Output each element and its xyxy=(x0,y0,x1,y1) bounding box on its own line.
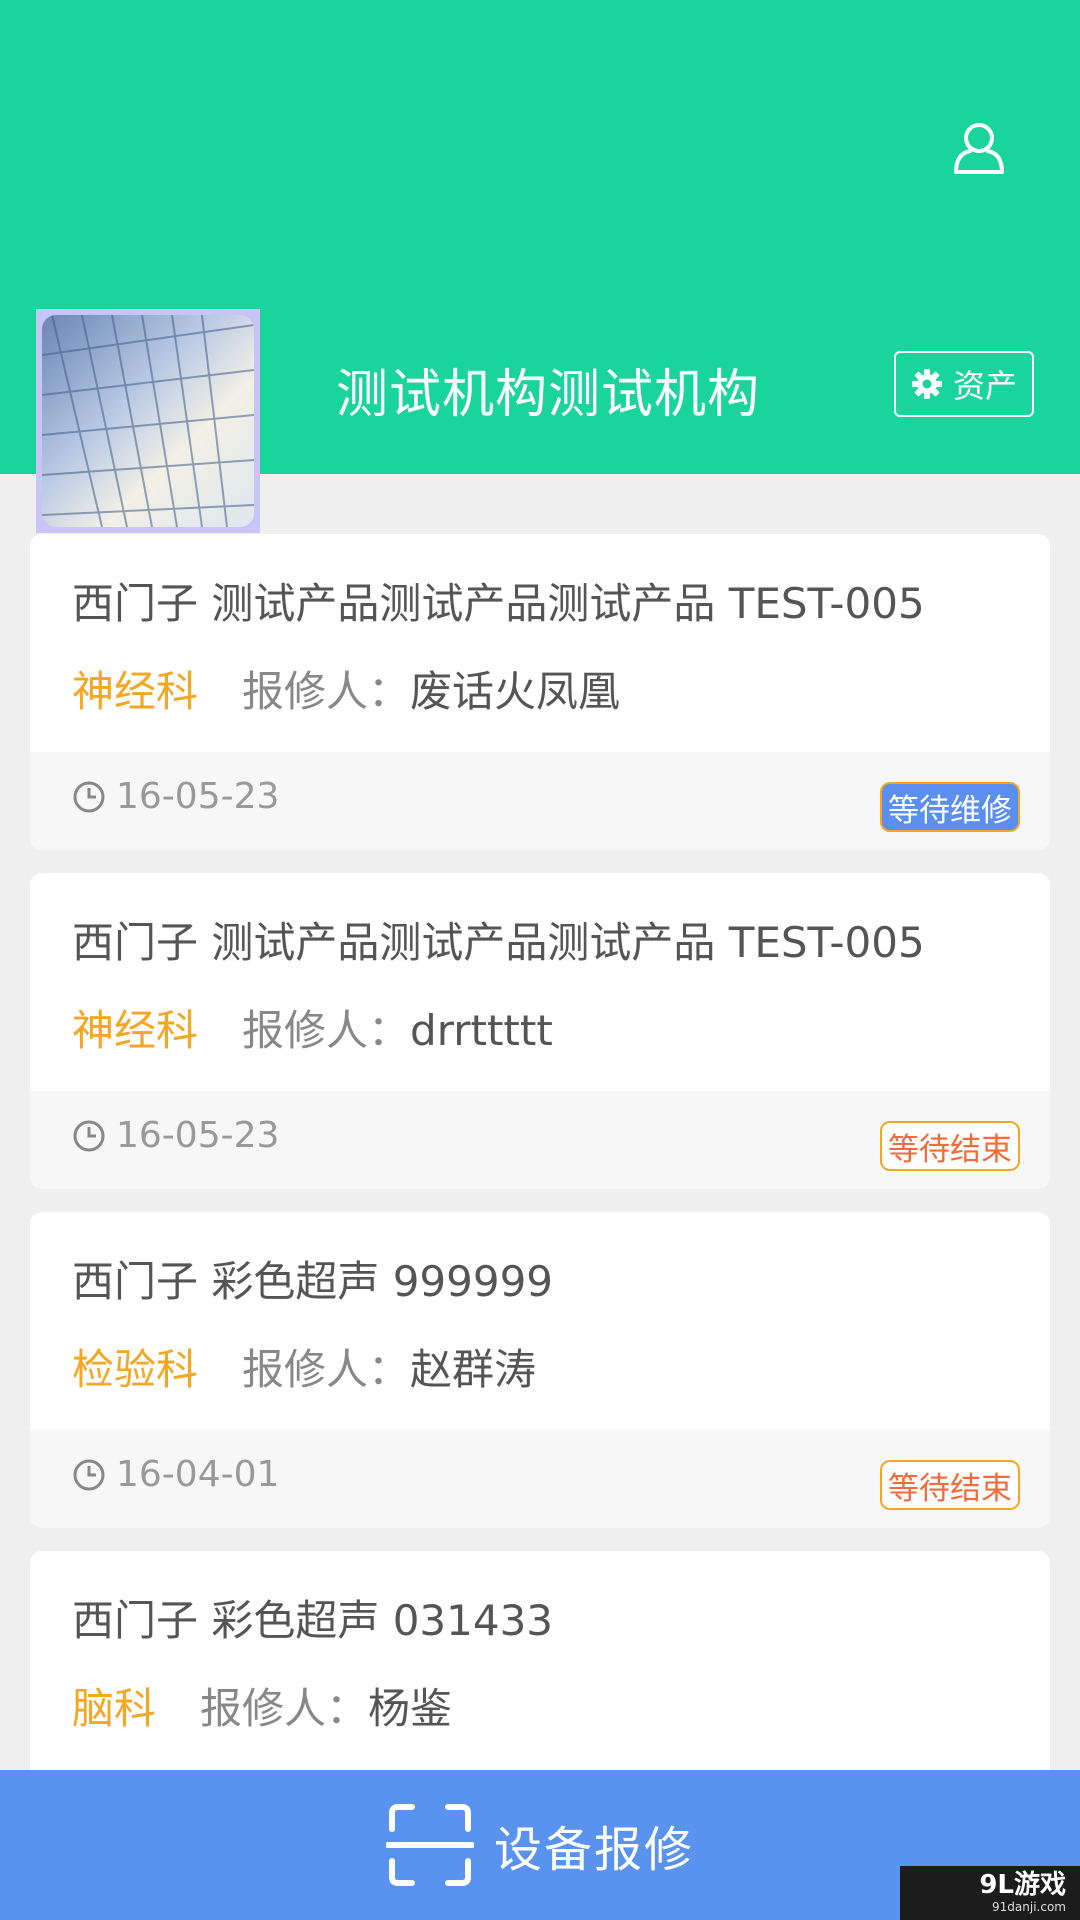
watermark-sub: 91danji.com xyxy=(992,1900,1066,1914)
status-badge: 等待结束 xyxy=(880,1121,1020,1171)
reporter-label: 报修人： xyxy=(200,1684,369,1733)
status-badge: 等待维修 xyxy=(880,782,1020,832)
device-repair-label: 设备报修 xyxy=(493,1822,694,1878)
org-avatar xyxy=(36,309,260,533)
card-footer: 16-04-01 等待结束 xyxy=(30,1430,1050,1528)
reporter-label: 报修人： xyxy=(242,1345,411,1394)
user-icon xyxy=(954,123,1004,174)
clock-icon xyxy=(73,1120,105,1151)
repair-card[interactable]: 西门子 彩色超声 999999 检验科 报修人：赵群涛 16-04-01 等待结… xyxy=(30,1212,1050,1528)
reporter-label: 报修人： xyxy=(242,667,411,716)
report-date: 16-05-23 xyxy=(116,1115,280,1156)
card-title: 西门子 测试产品测试产品测试产品 TEST-005 xyxy=(72,579,925,628)
report-date: 16-05-23 xyxy=(116,776,280,817)
department: 神经科 xyxy=(72,1006,199,1055)
reporter-label: 报修人： xyxy=(242,1006,411,1055)
report-date: 16-04-01 xyxy=(116,1454,280,1495)
reporter-name: 废话火凤凰 xyxy=(410,667,621,716)
department: 检验科 xyxy=(72,1345,199,1394)
status-badge: 等待结束 xyxy=(880,1460,1020,1510)
assets-label: 资产 xyxy=(952,367,1017,405)
watermark: 9L游戏 91danji.com xyxy=(900,1866,1080,1920)
scan-icon xyxy=(385,1804,474,1886)
repair-card[interactable]: 西门子 测试产品测试产品测试产品 TEST-005 神经科 报修人：drrttt… xyxy=(30,873,1050,1189)
card-title: 西门子 测试产品测试产品测试产品 TEST-005 xyxy=(72,918,925,967)
profile-button[interactable] xyxy=(950,118,1008,176)
card-footer: 16-05-23 等待结束 xyxy=(30,1091,1050,1189)
assets-button[interactable]: 资产 xyxy=(894,351,1034,417)
gear-icon xyxy=(911,369,942,399)
card-footer: 16-05-23 等待维修 xyxy=(30,752,1050,850)
clock-icon xyxy=(73,1459,105,1490)
org-name: 测试机构测试机构 xyxy=(336,365,761,425)
reporter-name: 杨鉴 xyxy=(368,1684,453,1733)
card-title: 西门子 彩色超声 031433 xyxy=(72,1596,554,1645)
reporter-name: drrttttt xyxy=(410,1006,553,1055)
reporter-name: 赵群涛 xyxy=(410,1345,537,1394)
watermark-main: 9L游戏 xyxy=(979,1870,1066,1900)
department: 神经科 xyxy=(72,667,199,716)
clock-icon xyxy=(73,781,105,812)
card-title: 西门子 彩色超声 999999 xyxy=(72,1257,554,1306)
department: 脑科 xyxy=(72,1684,157,1733)
repair-card[interactable]: 西门子 测试产品测试产品测试产品 TEST-005 神经科 报修人：废话火凤凰 … xyxy=(30,534,1050,850)
